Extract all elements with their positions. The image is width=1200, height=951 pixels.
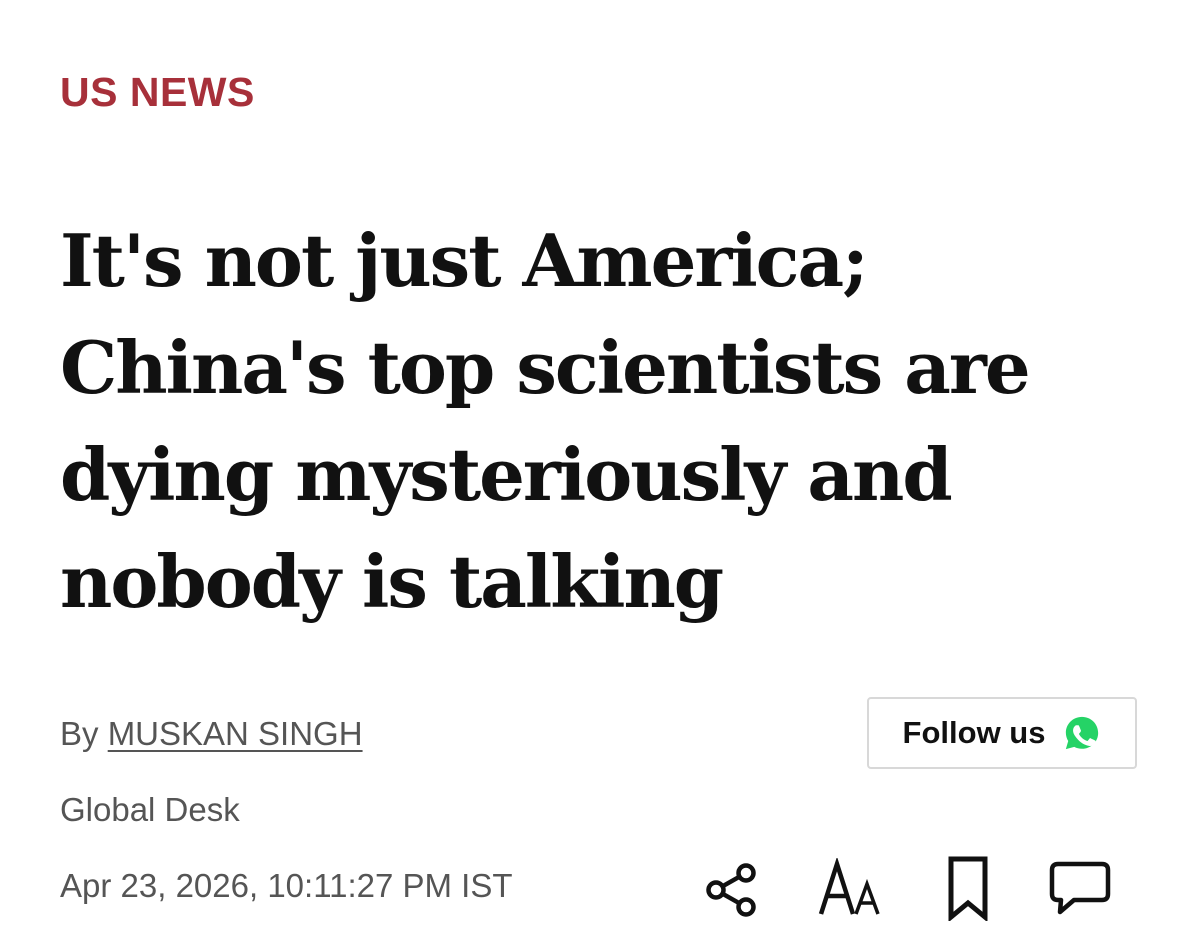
byline-prefix: By xyxy=(60,715,99,752)
bookmark-icon[interactable] xyxy=(944,855,992,921)
byline: By MUSKAN SINGH xyxy=(60,712,363,756)
follow-us-button[interactable]: Follow us xyxy=(867,697,1137,769)
headline-line: dying mysteriously and xyxy=(60,432,953,517)
whatsapp-icon xyxy=(1066,716,1099,750)
headline-line: China's top scientists are xyxy=(60,325,1031,410)
category-label[interactable]: US NEWS xyxy=(60,68,255,116)
article-headline: It's not just America; China's top scien… xyxy=(60,207,1170,635)
font-size-icon[interactable] xyxy=(818,858,884,920)
comment-icon[interactable] xyxy=(1048,860,1112,916)
share-icon[interactable] xyxy=(704,860,760,920)
desk-label: Global Desk xyxy=(60,791,240,828)
follow-us-label: Follow us xyxy=(902,715,1046,750)
author-link[interactable]: MUSKAN SINGH xyxy=(108,715,363,752)
headline-line: It's not just America; xyxy=(60,218,869,303)
publish-timestamp: Apr 23, 2026, 10:11:27 PM IST xyxy=(60,867,513,904)
headline-line: nobody is talking xyxy=(60,539,724,624)
